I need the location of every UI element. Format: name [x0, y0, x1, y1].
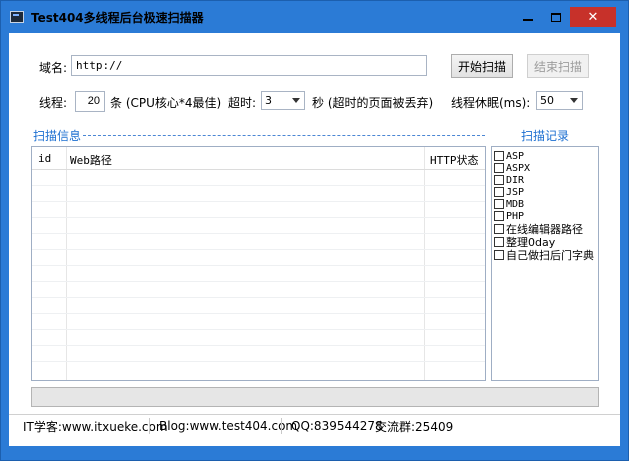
row-divider — [32, 313, 485, 314]
checkbox[interactable] — [494, 187, 504, 197]
header-divider — [32, 169, 485, 170]
status-divider — [281, 418, 282, 434]
record-jsp[interactable]: JSP — [494, 186, 524, 198]
threads-label: 线程: — [39, 96, 68, 110]
app-icon — [10, 11, 24, 23]
row-divider — [32, 297, 485, 298]
close-button[interactable]: ✕ — [570, 7, 616, 27]
timeout-select[interactable]: 3 — [261, 91, 305, 110]
timeout-label: 超时: — [228, 96, 257, 110]
sleep-value: 50 — [540, 94, 554, 107]
row-divider — [32, 201, 485, 202]
checkbox[interactable] — [494, 250, 504, 260]
status-group: 交流群:25409 — [375, 419, 454, 434]
window-bottom-border — [1, 446, 628, 460]
record-asp[interactable]: ASP — [494, 150, 524, 162]
scan-records-caption: 扫描记录 — [521, 129, 570, 143]
column-header-id[interactable]: id — [38, 152, 51, 165]
row-divider — [32, 361, 485, 362]
scan-progress-bar — [31, 387, 599, 407]
timeout-value: 3 — [265, 94, 272, 107]
record-dir[interactable]: DIR — [494, 174, 524, 186]
checkbox[interactable] — [494, 211, 504, 221]
row-divider — [32, 185, 485, 186]
checkbox[interactable] — [494, 199, 504, 209]
chevron-down-icon — [292, 98, 300, 103]
status-divider — [149, 418, 150, 434]
record-custom-dict[interactable]: 自己做扫后门字典 — [494, 249, 594, 262]
scan-info-divider — [83, 135, 485, 136]
checkbox[interactable] — [494, 175, 504, 185]
title-bar[interactable]: Test404多线程后台极速扫描器 ✕ — [1, 1, 628, 33]
domain-label: 域名: — [39, 61, 68, 75]
checkbox[interactable] — [494, 163, 504, 173]
results-table[interactable]: id Web路径 HTTP状态 — [31, 146, 486, 381]
threads-hint: 条 (CPU核心*4最佳) — [110, 96, 222, 110]
column-header-path[interactable]: Web路径 — [70, 152, 112, 168]
checkbox[interactable] — [494, 151, 504, 161]
status-bar: IT学客:www.itxueke.com Blog:www.test404.co… — [9, 414, 620, 438]
scan-records-list[interactable]: ASP ASPX DIR JSP MDB PHP 在线编辑器路径 整理0day — [491, 146, 599, 381]
status-qq: QQ:839544278 — [291, 419, 383, 433]
domain-input[interactable]: http:// — [71, 55, 427, 76]
status-itxueke: IT学客:www.itxueke.com — [23, 419, 168, 434]
minimize-button[interactable] — [514, 7, 542, 27]
maximize-button[interactable] — [542, 7, 570, 27]
row-divider — [32, 265, 485, 266]
sleep-label: 线程休眠(ms): — [451, 96, 531, 110]
row-divider — [32, 329, 485, 330]
column-header-status[interactable]: HTTP状态 — [430, 152, 479, 168]
checkbox[interactable] — [494, 224, 504, 234]
record-mdb[interactable]: MDB — [494, 198, 524, 210]
timeout-hint: 秒 (超时的页面被丢弃) — [312, 96, 434, 110]
minimize-icon — [523, 19, 533, 21]
scan-info-caption: 扫描信息 — [33, 129, 82, 143]
sleep-select[interactable]: 50 — [536, 91, 583, 110]
record-aspx[interactable]: ASPX — [494, 162, 530, 174]
start-scan-button[interactable]: 开始扫描 — [451, 54, 513, 78]
row-divider — [32, 233, 485, 234]
threads-input[interactable]: 20 — [75, 91, 105, 112]
status-blog: Blog:www.test404.com — [159, 419, 298, 433]
row-divider — [32, 281, 485, 282]
chevron-down-icon — [570, 98, 578, 103]
app-window: Test404多线程后台极速扫描器 ✕ 域名: http:// 开始扫描 结束扫… — [0, 0, 629, 461]
maximize-icon — [551, 12, 561, 22]
stop-scan-button[interactable]: 结束扫描 — [527, 54, 589, 78]
window-title: Test404多线程后台极速扫描器 — [31, 11, 204, 25]
row-divider — [32, 217, 485, 218]
row-divider — [32, 249, 485, 250]
checkbox[interactable] — [494, 237, 504, 247]
row-divider — [32, 345, 485, 346]
close-icon: ✕ — [587, 9, 599, 25]
